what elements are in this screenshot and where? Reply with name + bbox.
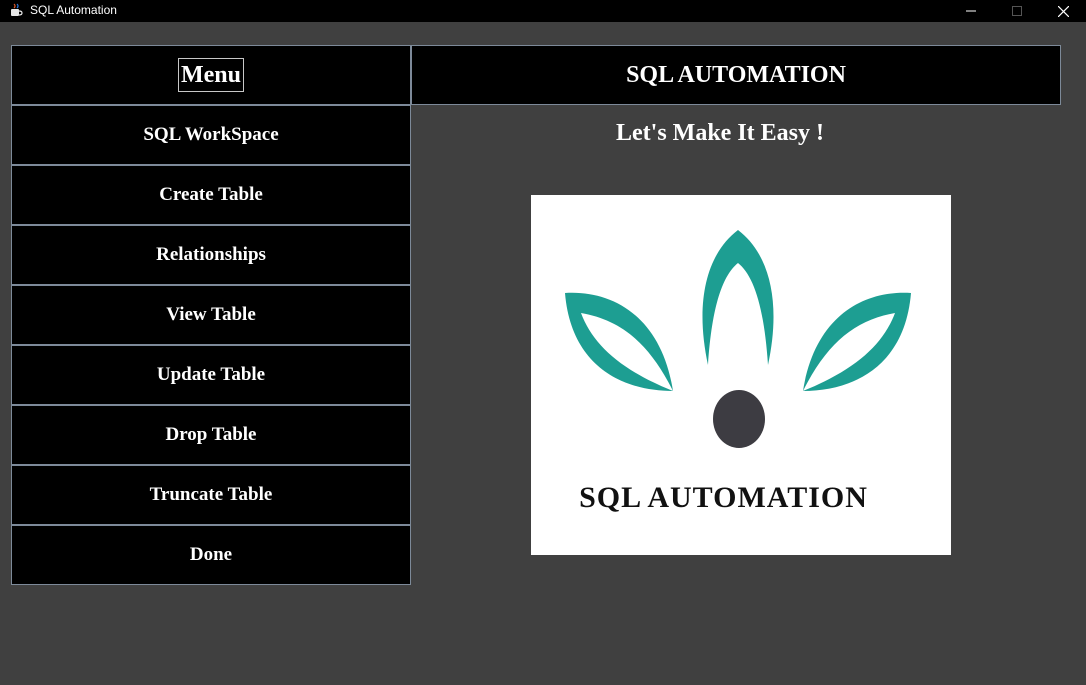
maximize-button[interactable]: [994, 0, 1040, 22]
update-table-button[interactable]: Update Table: [11, 345, 411, 405]
menu-header: Menu: [11, 45, 411, 105]
drop-table-button[interactable]: Drop Table: [11, 405, 411, 465]
window-title: SQL Automation: [30, 3, 117, 17]
done-button[interactable]: Done: [11, 525, 411, 585]
logo-text: SQL AUTOMATION: [579, 481, 868, 514]
logo-image: SQL AUTOMATION: [531, 195, 951, 555]
truncate-table-button[interactable]: Truncate Table: [11, 465, 411, 525]
java-cup-icon: [11, 3, 23, 16]
minimize-button[interactable]: [948, 0, 994, 22]
center-leaf-icon: [702, 230, 774, 365]
left-leaf-icon: [565, 292, 673, 391]
close-button[interactable]: [1040, 0, 1086, 22]
view-table-button[interactable]: View Table: [11, 285, 411, 345]
title-bar: SQL Automation: [0, 0, 1086, 22]
sql-workspace-button[interactable]: SQL WorkSpace: [11, 105, 411, 165]
logo-dot-icon: [713, 390, 765, 448]
app-header: SQL AUTOMATION: [411, 45, 1061, 105]
relationships-button[interactable]: Relationships: [11, 225, 411, 285]
minimize-icon: [966, 10, 976, 12]
content-area: Menu SQL WorkSpace Create Table Relation…: [0, 26, 1086, 685]
create-table-button[interactable]: Create Table: [11, 165, 411, 225]
right-leaf-icon: [803, 292, 911, 391]
tagline: Let's Make It Easy !: [616, 120, 824, 146]
menu-title: Menu: [178, 58, 244, 92]
close-icon: [1057, 5, 1069, 17]
maximize-icon: [1012, 6, 1022, 16]
